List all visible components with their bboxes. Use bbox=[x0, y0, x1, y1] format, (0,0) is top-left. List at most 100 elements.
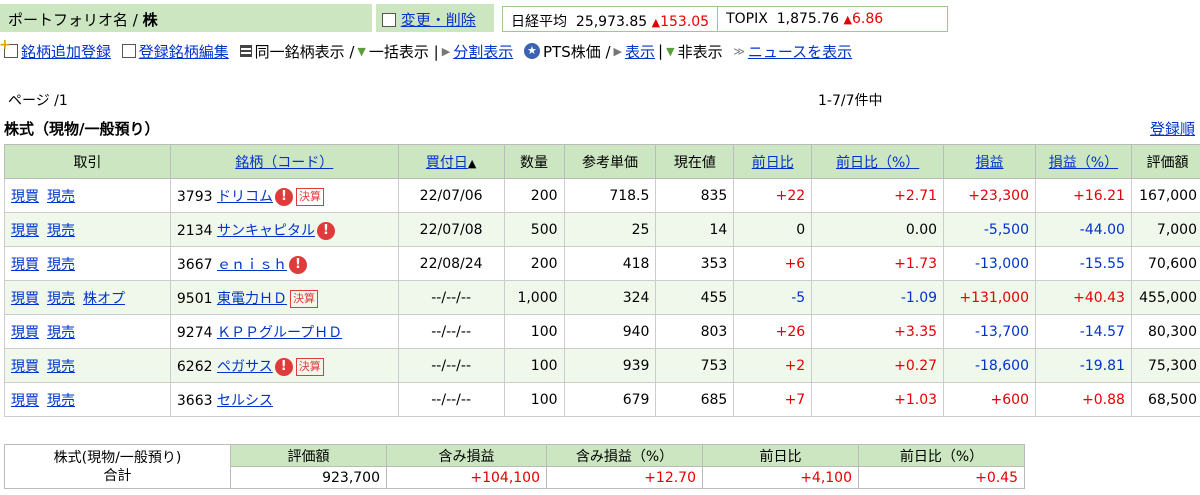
stock-name-link[interactable]: ｅｎｉｓｈ bbox=[217, 257, 287, 273]
sort-change-pct-link[interactable]: 前日比（%） bbox=[836, 155, 919, 171]
sort-date-link[interactable]: 買付日 bbox=[426, 155, 468, 171]
summary-change-pct: +0.45 bbox=[858, 466, 1025, 489]
change-cell: +26 bbox=[733, 314, 813, 349]
show-news-link[interactable]: ニュースを表示 bbox=[748, 41, 852, 62]
alert-icon[interactable]: ! bbox=[288, 255, 307, 274]
pts-show-link[interactable]: 表示 bbox=[625, 41, 655, 62]
bulk-display[interactable]: 一括表示 | bbox=[369, 41, 439, 62]
price-cell: 455 bbox=[655, 280, 735, 315]
col-change[interactable]: 前日比 bbox=[733, 144, 813, 179]
index-name: 日経平均 bbox=[511, 14, 567, 30]
trade-cell: 現買 現売 bbox=[4, 212, 171, 247]
pl-cell: -13,700 bbox=[943, 314, 1036, 349]
value-cell: 75,300 bbox=[1130, 348, 1200, 383]
alert-icon[interactable]: ! bbox=[316, 221, 335, 240]
col-pl-pct[interactable]: 損益（%） bbox=[1035, 144, 1132, 179]
pl-pct-cell: -15.55 bbox=[1035, 246, 1132, 281]
pl-cell: +600 bbox=[943, 382, 1036, 417]
pts-hide-label[interactable]: 非表示 bbox=[678, 41, 723, 62]
count-info: 1-7/7件中 bbox=[818, 93, 883, 109]
alert-icon[interactable]: ! bbox=[274, 357, 293, 376]
summary-unrealized-pct: +12.70 bbox=[546, 466, 703, 489]
trade-link[interactable]: 現買 bbox=[11, 257, 39, 273]
price-cell: 803 bbox=[655, 314, 735, 349]
table-row: 現買 現売 3667 ｅｎｉｓｈ! 22/08/24 200 418 353 +6 +1.73-… bbox=[4, 246, 1200, 281]
change-pct-cell: +1.73 bbox=[811, 246, 945, 281]
edit-icon bbox=[121, 44, 136, 58]
sort-change-link[interactable]: 前日比 bbox=[752, 155, 794, 171]
qty-cell: 100 bbox=[503, 348, 565, 383]
sort-pl-pct-link[interactable]: 損益（%） bbox=[1049, 155, 1118, 171]
col-date[interactable]: 買付日▲ bbox=[397, 144, 505, 179]
col-stock[interactable]: 銘柄（コード） bbox=[169, 144, 399, 179]
stock-name-link[interactable]: セルシス bbox=[217, 393, 273, 409]
price-cell: 753 bbox=[655, 348, 735, 383]
trade-cell: 現買 現売 株オプ bbox=[4, 280, 171, 315]
trade-link[interactable]: 株オプ bbox=[83, 291, 125, 307]
split-display-link[interactable]: 分割表示 bbox=[453, 41, 513, 62]
sort-order-link[interactable]: 登録順 bbox=[1150, 118, 1195, 139]
stock-name-link[interactable]: 東電力ＨＤ bbox=[217, 291, 287, 307]
trade-link[interactable]: 現売 bbox=[47, 257, 75, 273]
earnings-badge[interactable]: 決算 bbox=[295, 187, 324, 206]
qty-cell: 500 bbox=[503, 212, 565, 247]
trade-link[interactable]: 現売 bbox=[47, 359, 75, 375]
summary-value: 923,700 bbox=[230, 466, 387, 489]
market-indices: 日経平均 25,973.85 ▲153.05 TOPIX 1,875.76 ▲6… bbox=[502, 6, 949, 32]
change-pct-cell: +2.71 bbox=[811, 178, 945, 213]
sort-stock-link[interactable]: 銘柄（コード） bbox=[235, 155, 333, 171]
sort-pl-link[interactable]: 損益 bbox=[976, 155, 1004, 171]
stock-cell: 9274 ＫＰＰグループＨＤ bbox=[169, 314, 399, 349]
table-row: 現買 現売 株オプ 9501 東電力ＨＤ 決算 --/--/-- 1,000 324 455 -5… bbox=[4, 280, 1200, 315]
alert-icon[interactable]: ! bbox=[274, 187, 293, 206]
edit-icon bbox=[382, 13, 396, 27]
col-unit: 参考単価 bbox=[563, 144, 657, 179]
trade-link[interactable]: 現売 bbox=[47, 189, 75, 205]
stock-name-link[interactable]: ドリコム bbox=[217, 189, 273, 205]
unit-cell: 939 bbox=[563, 348, 657, 383]
triangle-down-icon: ▼ bbox=[666, 44, 675, 58]
stock-code: 2134 bbox=[176, 222, 213, 239]
trade-link[interactable]: 現買 bbox=[11, 223, 39, 239]
pl-pct-cell: +40.43 bbox=[1035, 280, 1132, 315]
col-pl[interactable]: 損益 bbox=[943, 144, 1036, 179]
trade-link[interactable]: 現売 bbox=[47, 291, 75, 307]
pl-pct-cell: -14.57 bbox=[1035, 314, 1132, 349]
table-row: 現買 現売 3793 ドリコム! 決算 22/07/06 200 718.5 835 +22 +2… bbox=[4, 178, 1200, 213]
earnings-badge[interactable]: 決算 bbox=[289, 289, 318, 308]
trade-link[interactable]: 現買 bbox=[11, 393, 39, 409]
trade-link[interactable]: 現売 bbox=[47, 393, 75, 409]
trade-link[interactable]: 現買 bbox=[11, 359, 39, 375]
date-cell: --/--/-- bbox=[397, 314, 505, 349]
index-nikkei: 日経平均 25,973.85 ▲153.05 bbox=[503, 7, 717, 31]
stock-name-link[interactable]: サンキャピタル bbox=[217, 223, 315, 239]
col-change-pct[interactable]: 前日比（%） bbox=[811, 144, 945, 179]
date-cell: --/--/-- bbox=[397, 280, 505, 315]
price-cell: 685 bbox=[655, 382, 735, 417]
trade-link[interactable]: 現買 bbox=[11, 291, 39, 307]
portfolio-label: ポートフォリオ名 / bbox=[8, 11, 143, 29]
stock-cell: 2134 サンキャピタル! bbox=[169, 212, 399, 247]
edit-delete-link[interactable]: 変更・削除 bbox=[401, 11, 476, 29]
change-cell: +2 bbox=[733, 348, 813, 383]
stock-cell: 3663 セルシス bbox=[169, 382, 399, 417]
earnings-badge[interactable]: 決算 bbox=[295, 357, 324, 376]
date-cell: --/--/-- bbox=[397, 382, 505, 417]
change-cell: -5 bbox=[733, 280, 813, 315]
trade-link[interactable]: 現売 bbox=[47, 223, 75, 239]
trade-cell: 現買 現売 bbox=[4, 246, 171, 281]
trade-link[interactable]: 現買 bbox=[11, 325, 39, 341]
qty-cell: 100 bbox=[503, 382, 565, 417]
change-cell: +22 bbox=[733, 178, 813, 213]
add-stock-link[interactable]: 銘柄追加登録 bbox=[21, 41, 111, 62]
stock-name-link[interactable]: ＫＰＰグループＨＤ bbox=[217, 325, 342, 341]
trade-link[interactable]: 現買 bbox=[11, 189, 39, 205]
edit-stock-link[interactable]: 登録銘柄編集 bbox=[139, 41, 229, 62]
change-cell: +6 bbox=[733, 246, 813, 281]
price-cell: 835 bbox=[655, 178, 735, 213]
stock-name-link[interactable]: ペガサス bbox=[217, 359, 273, 375]
pl-cell: +131,000 bbox=[943, 280, 1036, 315]
same-stock-display[interactable]: 同一銘柄表示 / bbox=[255, 41, 355, 62]
trade-link[interactable]: 現売 bbox=[47, 325, 75, 341]
pl-cell: +23,300 bbox=[943, 178, 1036, 213]
